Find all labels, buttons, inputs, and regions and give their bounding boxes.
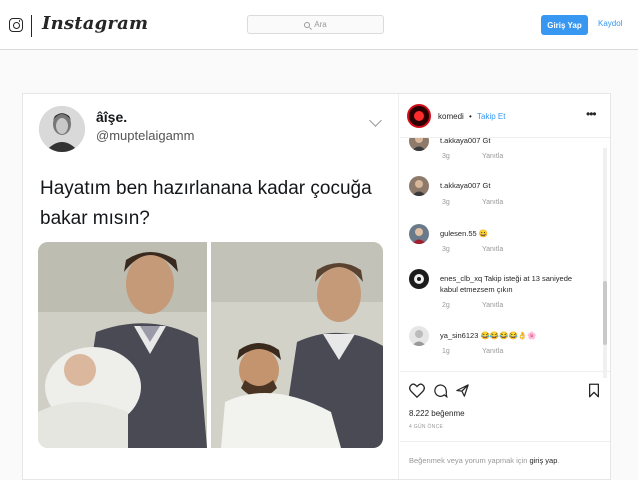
comment-item: t.akkaya007 Gt 3g Yanıtla xyxy=(400,138,600,171)
reply-link[interactable]: Yanıtla xyxy=(482,199,503,206)
comment-item: enes_clb_xq Takip isteği at 13 saniyede … xyxy=(400,269,600,309)
post-header: komedi • Takip Et ••• xyxy=(400,94,610,138)
login-prompt-link[interactable]: giriş yap xyxy=(529,456,557,465)
comment-age: 3g xyxy=(442,153,450,160)
login-prompt: Beğenmek veya yorum yapmak için giriş ya… xyxy=(409,456,560,465)
comment-icon[interactable] xyxy=(433,383,448,398)
post-username[interactable]: komedi xyxy=(438,112,464,121)
comment-text: ya_sin6123 😂😂😂😂👌🌸 xyxy=(440,331,537,340)
bookmark-icon[interactable] xyxy=(588,383,600,398)
search-input[interactable]: Ara xyxy=(247,15,384,34)
login-prompt-text: Beğenmek veya yorum yapmak için xyxy=(409,456,530,465)
instagram-logo[interactable]: Instagram xyxy=(42,13,148,34)
comment-item: t.akkaya007 Gt 3g Yanıtla xyxy=(400,176,600,216)
tweet-author-handle: @muptelaigamm xyxy=(96,128,195,143)
instagram-camera-icon[interactable] xyxy=(9,18,23,32)
top-nav: Instagram Ara Giriş Yap Kaydol xyxy=(0,0,638,50)
login-prompt-suffix: . xyxy=(557,456,560,465)
divider xyxy=(400,441,610,442)
post-image[interactable]: âîşe. @muptelaigamm Hayatım ben hazırlan… xyxy=(23,94,399,479)
signup-link[interactable]: Kaydol xyxy=(598,19,622,28)
post-actions xyxy=(400,373,610,403)
comment-text: t.akkaya007 Gt xyxy=(440,181,491,190)
heart-icon[interactable] xyxy=(409,383,425,398)
comment-text: enes_clb_xq Takip isteği at 13 saniyede … xyxy=(440,274,573,294)
comment-text: t.akkaya007 Gt xyxy=(440,138,491,145)
photo-father-with-baby xyxy=(38,242,207,448)
search-icon xyxy=(304,21,311,28)
chevron-down-icon xyxy=(369,114,382,127)
comment-age: 2g xyxy=(442,302,450,309)
komedi-avatar[interactable] xyxy=(407,104,431,128)
commenter-avatar[interactable] xyxy=(409,269,429,289)
post-card: âîşe. @muptelaigamm Hayatım ben hazırlan… xyxy=(22,93,611,480)
reply-link[interactable]: Yanıtla xyxy=(482,246,503,253)
comment-age: 1g xyxy=(442,348,450,355)
comment-item: ya_sin6123 😂😂😂😂👌🌸 1g Yanıtla xyxy=(400,326,600,366)
likes-count[interactable]: 8.222 beğenme xyxy=(409,409,465,418)
commenter-avatar[interactable] xyxy=(409,176,429,196)
login-button[interactable]: Giriş Yap xyxy=(541,15,588,35)
comment-text: gulesen.55 😀 xyxy=(440,229,489,238)
post-time: 4 GÜN ÖNCE xyxy=(409,424,444,430)
comments-list[interactable]: t.akkaya007 Gt 3g Yanıtla t.akkaya007 Gt… xyxy=(400,138,610,372)
reply-link[interactable]: Yanıtla xyxy=(482,348,503,355)
comment-age: 3g xyxy=(442,246,450,253)
reply-link[interactable]: Yanıtla xyxy=(482,153,503,160)
nav-divider xyxy=(31,15,32,37)
search-placeholder: Ara xyxy=(314,20,327,29)
post-sidebar: komedi • Takip Et ••• t.akkaya007 Gt 3g … xyxy=(400,94,610,479)
comment-age: 3g xyxy=(442,199,450,206)
follow-button[interactable]: Takip Et xyxy=(477,112,505,121)
photo-father-with-man xyxy=(211,242,383,448)
tweet-avatar xyxy=(39,106,85,152)
reply-link[interactable]: Yanıtla xyxy=(482,302,503,309)
tweet-author-name: âîşe. xyxy=(96,109,128,125)
comments-scrollbar-thumb[interactable] xyxy=(603,281,607,345)
share-icon[interactable] xyxy=(455,383,470,398)
tweet-text: Hayatım ben hazırlanana kadar çocuğa bak… xyxy=(40,178,372,229)
commenter-avatar[interactable] xyxy=(409,326,429,346)
separator-dot: • xyxy=(469,112,472,121)
commenter-avatar[interactable] xyxy=(409,224,429,244)
comment-item: gulesen.55 😀 3g Yanıtla xyxy=(400,224,600,264)
commenter-avatar[interactable] xyxy=(409,138,429,151)
more-options-icon[interactable]: ••• xyxy=(586,107,597,121)
